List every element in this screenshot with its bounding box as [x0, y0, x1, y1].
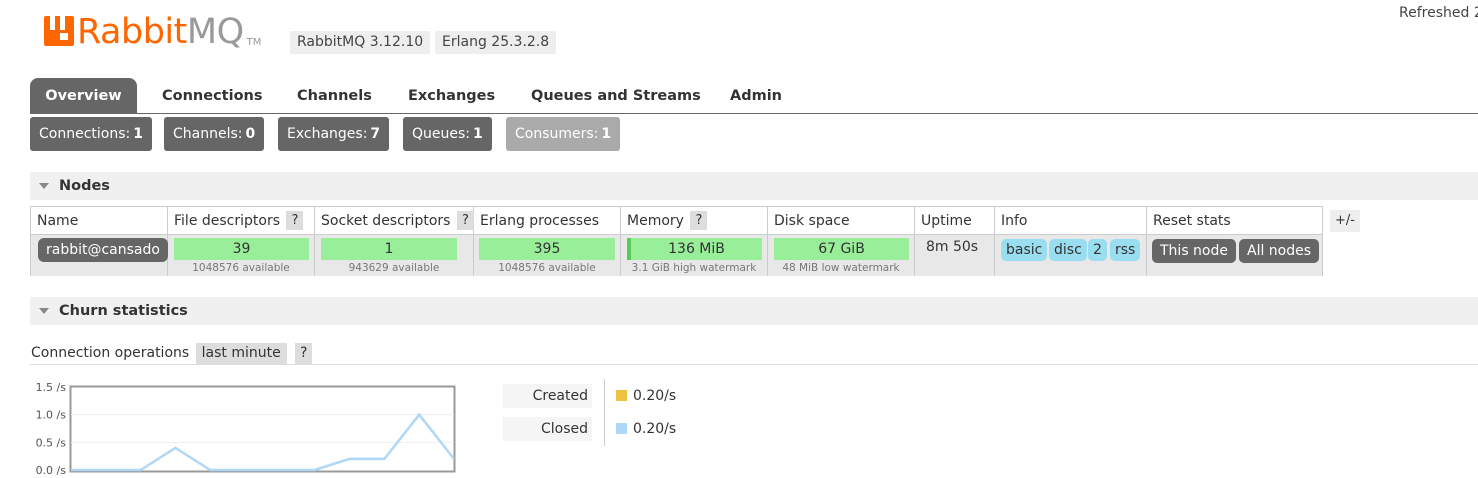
- channels-count[interactable]: Channels: 0: [164, 117, 265, 151]
- info-tag-basic[interactable]: basic: [1001, 239, 1048, 261]
- file-descriptors-available: 1048576 available: [192, 262, 290, 274]
- nodes-title: Nodes: [59, 178, 110, 194]
- nodes-table-header: Name File descriptors ? Socket descripto…: [31, 207, 1323, 235]
- logo-trademark: TM: [246, 37, 262, 48]
- reset-this-node-button[interactable]: This node: [1152, 239, 1236, 263]
- legend-swatch: [616, 423, 627, 434]
- col-uptime: Uptime: [915, 207, 995, 235]
- memory-high-watermark: 3.1 GiB high watermark: [631, 262, 757, 274]
- main-nav-tabs: Overview Connections Channels Exchanges …: [30, 78, 1478, 114]
- rabbitmq-version: RabbitMQ 3.12.10: [290, 31, 431, 54]
- legend-swatch: [616, 390, 627, 401]
- y-tick-label: 0.5 /s: [36, 436, 67, 449]
- col-disk-space: Disk space: [768, 207, 915, 235]
- disk-low-watermark: 48 MiB low watermark: [782, 262, 900, 274]
- help-icon[interactable]: ?: [286, 210, 304, 230]
- collapse-triangle-icon: [39, 308, 49, 314]
- col-reset-stats: Reset stats: [1147, 207, 1323, 235]
- churn-title: Churn statistics: [59, 303, 188, 319]
- connections-count[interactable]: Connections: 1: [30, 117, 152, 151]
- rabbitmq-logo-icon: [44, 16, 74, 46]
- legend-divider: [604, 379, 605, 446]
- logo-text-rabbit: Rabbit: [77, 12, 187, 52]
- uptime-value: 8m 50s: [926, 239, 979, 255]
- disk-space-bar: 67 GiB: [774, 238, 909, 260]
- nodes-section-header[interactable]: Nodes: [30, 172, 1478, 200]
- help-icon[interactable]: ?: [456, 210, 474, 230]
- legend-item-created: Created 0.20/s: [503, 384, 683, 408]
- y-tick-label: 1.5 /s: [36, 381, 67, 394]
- help-icon[interactable]: ?: [690, 210, 708, 230]
- node-name-link[interactable]: rabbit@cansado: [38, 238, 168, 262]
- chart-frame: [69, 385, 456, 473]
- consumers-count[interactable]: Consumers: 1: [506, 117, 621, 151]
- table-row: rabbit@cansado 39 1048576 available 1 94…: [31, 235, 1322, 276]
- tab-overview[interactable]: Overview: [30, 78, 137, 114]
- collapse-triangle-icon: [39, 183, 49, 189]
- legend-value: 0.20/s: [633, 388, 677, 404]
- time-range-selector[interactable]: last minute: [195, 343, 287, 364]
- reset-all-nodes-button[interactable]: All nodes: [1239, 239, 1320, 263]
- legend-value: 0.20/s: [633, 421, 677, 437]
- churn-section-header[interactable]: Churn statistics: [30, 297, 1478, 325]
- col-name: Name: [31, 207, 168, 235]
- queues-count[interactable]: Queues: 1: [403, 117, 492, 151]
- connection-operations-chart: 1.5 /s 1.0 /s 0.5 /s 0.0 /s: [36, 381, 456, 476]
- legend-item-closed: Closed 0.20/s: [503, 417, 683, 441]
- connection-operations-heading: Connection operations last minute ?: [31, 343, 313, 364]
- column-toggle-button[interactable]: +/-: [1330, 210, 1360, 232]
- file-descriptors-bar: 39: [174, 238, 309, 260]
- help-icon[interactable]: ?: [295, 343, 313, 364]
- nodes-table: Name File descriptors ? Socket descripto…: [30, 206, 1323, 276]
- rabbitmq-logo[interactable]: RabbitMQ TM: [42, 12, 261, 52]
- logo-text-mq: MQ: [186, 12, 244, 52]
- legend-label: Closed: [503, 417, 592, 441]
- tab-admin[interactable]: Admin: [712, 78, 800, 114]
- erlang-processes-available: 1048576 available: [498, 262, 596, 274]
- memory-bar: 136 MiB: [627, 238, 762, 260]
- connection-operations-label: Connection operations: [31, 345, 190, 361]
- exchanges-count[interactable]: Exchanges: 7: [278, 117, 390, 151]
- tab-exchanges[interactable]: Exchanges: [390, 78, 513, 114]
- refreshed-status[interactable]: Refreshed 2: [1399, 5, 1478, 21]
- tab-channels[interactable]: Channels: [279, 78, 390, 114]
- tab-connections[interactable]: Connections: [144, 78, 281, 114]
- col-file-descriptors: File descriptors ?: [168, 207, 315, 235]
- erlang-processes-bar: 395: [479, 238, 615, 260]
- col-info: Info: [995, 207, 1147, 235]
- y-tick-label: 0.0 /s: [36, 464, 67, 476]
- divider: [30, 364, 1478, 365]
- tab-queues-and-streams[interactable]: Queues and Streams: [513, 78, 719, 114]
- y-tick-label: 1.0 /s: [36, 409, 67, 422]
- socket-descriptors-available: 943629 available: [348, 262, 440, 274]
- info-tag-count[interactable]: 2: [1088, 239, 1107, 261]
- socket-descriptors-bar: 1: [321, 238, 457, 260]
- erlang-version: Erlang 25.3.2.8: [435, 31, 557, 54]
- col-memory: Memory ?: [621, 207, 768, 235]
- col-erlang-processes: Erlang processes: [474, 207, 621, 235]
- info-tag-disc[interactable]: disc: [1049, 239, 1087, 261]
- col-socket-descriptors: Socket descriptors ?: [315, 207, 474, 235]
- legend-label: Created: [503, 384, 592, 408]
- info-tag-rss[interactable]: rss: [1110, 239, 1141, 261]
